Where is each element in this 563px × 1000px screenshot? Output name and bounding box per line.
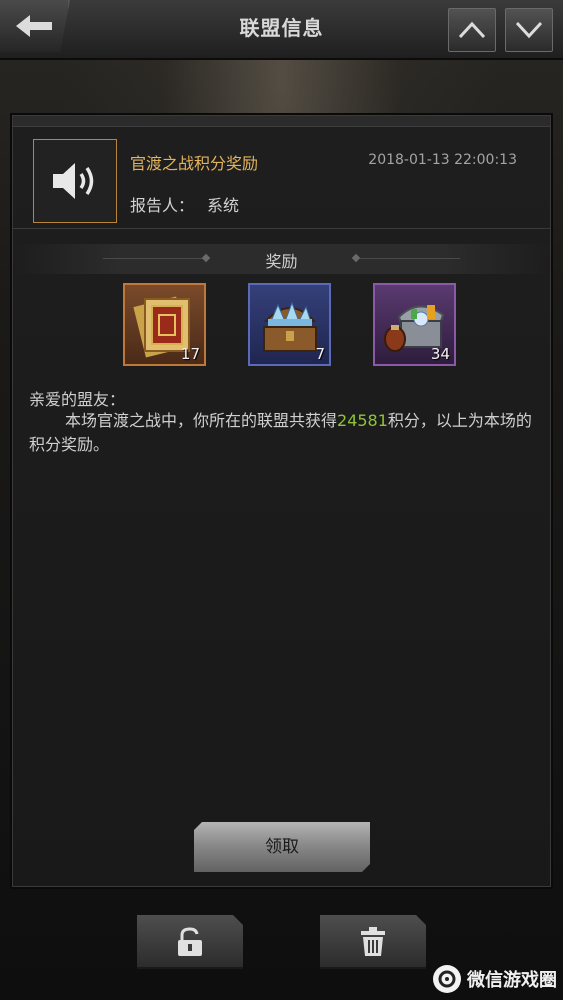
trash-icon xyxy=(359,927,387,957)
unlock-icon xyxy=(176,927,204,957)
message-greeting: 亲爱的盟友： xyxy=(29,390,126,409)
chevron-up-icon xyxy=(458,21,486,39)
divider-line-right xyxy=(360,258,460,259)
claim-button[interactable]: 领取 xyxy=(194,822,370,872)
previous-button[interactable] xyxy=(448,8,496,52)
reward-item-treasure[interactable]: 34 xyxy=(373,283,456,366)
panel-top-edge xyxy=(13,116,550,127)
mail-timestamp: 2018-01-13 22:00:13 xyxy=(368,152,517,168)
reward-item-book[interactable]: 17 xyxy=(123,283,206,366)
rewards-label: 奖励 xyxy=(265,252,298,271)
reward-item-chest[interactable]: 7 xyxy=(248,283,331,366)
watermark: 微信游戏圈 xyxy=(433,964,557,994)
top-bar: 联盟信息 xyxy=(0,0,563,60)
delete-button[interactable] xyxy=(320,915,426,969)
chevron-down-icon xyxy=(515,21,543,39)
watermark-text: 微信游戏圈 xyxy=(467,970,557,991)
chest-item-icon xyxy=(263,301,317,352)
reporter-value: 系统 xyxy=(207,196,240,215)
mail-type-icon-box xyxy=(33,139,117,223)
speaker-icon xyxy=(53,163,94,199)
next-button[interactable] xyxy=(505,8,553,52)
mail-subject: 官渡之战积分奖励 xyxy=(130,154,259,173)
watermark-logo-icon xyxy=(433,965,461,993)
message-text-before: 本场官渡之战中，你所在的联盟共获得 xyxy=(65,411,338,430)
mail-panel: 官渡之战积分奖励 2018-01-13 22:00:13 报告人： 系统 奖励 … xyxy=(12,115,551,887)
message-body: 本场官渡之战中，你所在的联盟共获得24581积分，以上为本场的积分奖励。 xyxy=(29,409,539,457)
reward-count: 17 xyxy=(180,345,200,363)
alliance-score: 24581 xyxy=(337,411,388,430)
reward-count: 34 xyxy=(430,345,450,363)
reporter-label: 报告人： xyxy=(130,196,195,215)
header-divider xyxy=(13,228,550,229)
reward-count: 7 xyxy=(315,345,325,363)
lock-button[interactable] xyxy=(137,915,243,969)
rewards-header: 奖励 xyxy=(13,244,550,274)
